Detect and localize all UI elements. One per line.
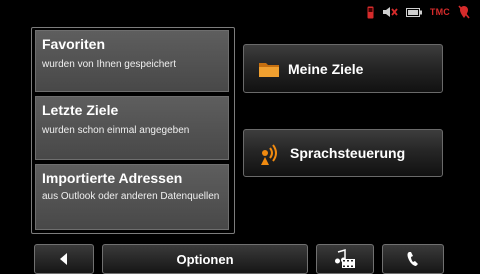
voice-control-button[interactable]: Sprachsteuerung (243, 129, 443, 177)
folder-icon (259, 62, 279, 77)
voice-control-label: Sprachsteuerung (290, 145, 406, 161)
my-destinations-button[interactable]: Meine Ziele (243, 44, 443, 93)
mute-icon (382, 7, 398, 17)
gps-off-icon (458, 5, 470, 19)
recent-destinations-item[interactable]: Letzte Ziele wurden schon einmal angegeb… (35, 96, 229, 160)
recent-destinations-subtitle: wurden schon einmal angegeben (42, 125, 190, 136)
status-bar: TMC (367, 4, 470, 20)
battery-icon (405, 7, 422, 17)
favorites-item[interactable]: Favoriten wurden von Ihnen gespeichert (35, 30, 229, 92)
media-button[interactable] (316, 244, 374, 274)
favorites-title: Favoriten (42, 36, 106, 52)
media-icon (335, 249, 355, 268)
back-button[interactable] (34, 244, 94, 274)
phone-icon (367, 6, 374, 18)
phone-handset-icon (407, 252, 418, 266)
imported-addresses-title: Importierte Adressen (42, 170, 183, 186)
imported-addresses-subtitle: aus Outlook oder anderen Datenquellen (42, 191, 220, 202)
my-destinations-label: Meine Ziele (288, 60, 364, 77)
tmc-indicator: TMC (429, 7, 450, 17)
options-button[interactable]: Optionen (102, 244, 308, 274)
options-label: Optionen (176, 251, 234, 267)
destination-source-popup: Favoriten wurden von Ihnen gespeichert L… (31, 27, 235, 234)
favorites-subtitle: wurden von Ihnen gespeichert (42, 59, 176, 70)
recent-destinations-title: Letzte Ziele (42, 102, 119, 118)
imported-addresses-item[interactable]: Importierte Adressen aus Outlook oder an… (35, 164, 229, 230)
voice-icon (261, 144, 277, 165)
back-arrow-icon (60, 253, 67, 265)
phone-button[interactable] (382, 244, 444, 274)
